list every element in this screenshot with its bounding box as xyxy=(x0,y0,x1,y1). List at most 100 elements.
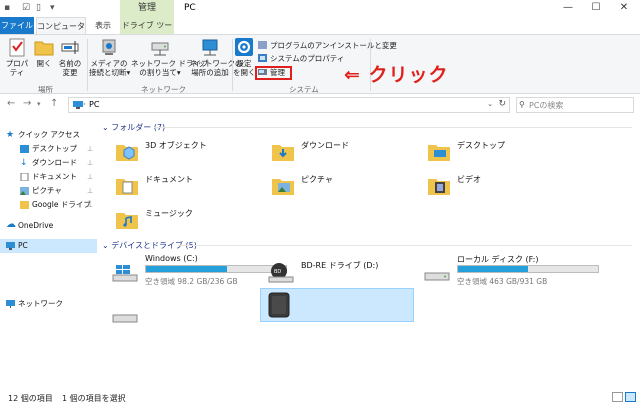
network-location-icon xyxy=(202,39,218,56)
folder-label: ミュージック xyxy=(145,209,193,218)
sidebar-item-desktop[interactable]: デスクトップ ⊥ xyxy=(0,142,97,156)
pin-icon[interactable]: ⊥ xyxy=(87,170,93,184)
folder-videos-icon xyxy=(428,179,450,195)
folder-item[interactable]: デスクトップ xyxy=(427,138,577,168)
pin-icon[interactable]: ⊥ xyxy=(87,184,93,198)
sidebar-item-onedrive[interactable]: ☁ OneDrive xyxy=(0,219,97,233)
tab-drive-tools[interactable]: ドライブ ツール xyxy=(120,17,174,47)
tab-file[interactable]: ファイル xyxy=(0,17,34,34)
uninstall-label: プログラムのアンインストールと変更 xyxy=(270,41,397,50)
sidebar-item-label: OneDrive xyxy=(18,221,54,230)
up-arrow-icon[interactable]: ↑ xyxy=(50,98,58,109)
details-view-icon[interactable] xyxy=(612,392,623,402)
drives-section-header[interactable]: ⌄ デバイスとドライブ (5) xyxy=(102,240,632,251)
refresh-icon[interactable]: ↻ xyxy=(498,99,506,109)
folder-3d-objects-icon xyxy=(116,145,138,161)
desktop-icon xyxy=(20,145,29,153)
folder-item[interactable]: ビデオ xyxy=(427,172,577,202)
sidebar-item-quick-access[interactable]: ★ クイック アクセス xyxy=(0,128,97,142)
folders-section-header[interactable]: ⌄ フォルダー (7) xyxy=(102,122,632,133)
context-tab-manage: 管理 xyxy=(120,0,174,17)
rename-button[interactable]: 名前の 変更 xyxy=(57,37,83,77)
tab-view[interactable]: 表示 xyxy=(88,17,118,34)
folder-item[interactable]: ミュージック xyxy=(115,206,265,236)
folder-documents-icon xyxy=(116,179,138,195)
document-icon xyxy=(20,173,29,181)
media-access-button[interactable]: メディアの 接続と切断▾ xyxy=(89,37,130,77)
maximize-button[interactable]: ☐ xyxy=(582,0,610,17)
properties-quick-icon[interactable]: ☑ xyxy=(22,3,30,13)
close-button[interactable]: ✕ xyxy=(610,0,638,17)
uninstall-programs-button[interactable]: プログラムのアンインストールと変更 xyxy=(258,40,397,51)
open-settings-label: 設定 を開く xyxy=(233,59,256,77)
pin-icon[interactable]: ⊥ xyxy=(87,156,93,170)
folder-music-icon xyxy=(116,213,138,229)
search-icon: ⚲ xyxy=(519,100,525,109)
sidebar-item-label: ドキュメント xyxy=(32,172,77,181)
recent-locations-icon[interactable]: ▾ xyxy=(37,100,41,108)
folder-item[interactable]: 3D オブジェクト xyxy=(115,138,265,168)
collapse-chevron-icon[interactable]: ⌄ xyxy=(102,123,111,132)
drive-usage-bar xyxy=(457,265,599,273)
sidebar-item-network[interactable]: ネットワーク xyxy=(0,297,97,311)
drive-label: Windows (C:) xyxy=(145,254,198,263)
section-divider xyxy=(178,245,632,246)
folder-label: ビデオ xyxy=(457,175,481,184)
sidebar-item-pc[interactable]: PC xyxy=(0,239,97,253)
status-bar: 12 個の項目 1 個の項目を選択 xyxy=(0,388,640,408)
sidebar-item-downloads[interactable]: ↓ ダウンロード ⊥ xyxy=(0,156,97,170)
drive-item-unlabeled[interactable] xyxy=(111,298,151,340)
forward-arrow-icon[interactable]: → xyxy=(23,98,31,109)
cloud-icon: ☁ xyxy=(6,219,16,230)
google-drive-folder-icon xyxy=(20,201,29,209)
folder-label: ダウンロード xyxy=(301,141,349,150)
sidebar-item-pictures[interactable]: ピクチャ ⊥ xyxy=(0,184,97,198)
sidebar-item-label: Google ドライブ xyxy=(32,200,91,209)
ribbon-separator xyxy=(87,39,88,91)
search-placeholder: PCの検索 xyxy=(529,101,564,110)
open-settings-button[interactable]: 設定 を開く xyxy=(233,37,256,77)
folder-item[interactable]: ドキュメント xyxy=(115,172,265,202)
pictures-icon xyxy=(20,187,29,195)
annotation-click-label: ⇐ クリック xyxy=(344,64,449,86)
map-network-drive-button[interactable]: ネットワーク ドライブ の割り当て▾ xyxy=(131,37,208,77)
drive-item-f[interactable]: ローカル ディスク (F:) 空き領域 463 GB/931 GB xyxy=(423,254,599,296)
pin-icon[interactable]: ⊥ xyxy=(87,198,93,212)
open-button[interactable]: 開く xyxy=(33,37,55,68)
new-folder-quick-icon[interactable]: ▯ xyxy=(36,3,41,13)
sidebar-item-documents[interactable]: ドキュメント ⊥ xyxy=(0,170,97,184)
drive-item-c[interactable]: Windows (C:) 空き領域 98.2 GB/236 GB xyxy=(111,254,287,296)
title-bar: ▪ ☑ ▯ ▾ 管理 PC — ☐ ✕ xyxy=(0,0,640,17)
open-folder-icon xyxy=(34,41,54,56)
sidebar-item-label: ピクチャ xyxy=(32,186,62,195)
folder-item[interactable]: ダウンロード xyxy=(271,138,421,168)
address-path: PC xyxy=(89,100,100,109)
collapse-chevron-icon[interactable]: ⌄ xyxy=(102,241,111,250)
settings-gear-icon xyxy=(235,38,253,56)
back-arrow-icon[interactable]: ← xyxy=(7,98,15,109)
selected-drive-item[interactable] xyxy=(260,288,414,322)
pin-icon[interactable]: ⊥ xyxy=(87,142,93,156)
add-network-location-button[interactable]: ネットワークの 場所の追加 xyxy=(190,37,243,77)
folder-label: ドキュメント xyxy=(145,175,193,184)
folder-item[interactable]: ピクチャ xyxy=(271,172,421,202)
minimize-button[interactable]: — xyxy=(554,0,582,17)
address-bar[interactable]: › PC ⌄ ↻ xyxy=(68,97,510,113)
drive-icon xyxy=(112,314,138,323)
address-dropdown-icon[interactable]: ⌄ xyxy=(487,100,493,108)
sidebar-item-google-drive[interactable]: Google ドライブ ⊥ xyxy=(0,198,97,212)
quick-access-dropdown-icon[interactable]: ▾ xyxy=(50,3,55,13)
large-icons-view-icon[interactable] xyxy=(625,392,636,402)
system-properties-button[interactable]: システムのプロパティ xyxy=(258,53,344,64)
properties-button[interactable]: プロパティ xyxy=(3,37,31,77)
search-input[interactable]: ⚲ PCの検索 xyxy=(516,97,634,113)
folder-desktop-icon xyxy=(428,145,450,161)
ribbon-tabs: ファイル コンピューター 表示 ドライブ ツール xyxy=(0,17,640,48)
folder-label: ピクチャ xyxy=(301,175,333,184)
open-label: 開く xyxy=(36,59,52,68)
system-group-label: システム xyxy=(289,85,319,94)
drive-usage-bar xyxy=(145,265,287,273)
tab-computer[interactable]: コンピューター xyxy=(36,17,86,48)
selection-count: 1 個の項目を選択 xyxy=(62,394,126,403)
bd-re-drive-icon: BD xyxy=(268,263,294,283)
